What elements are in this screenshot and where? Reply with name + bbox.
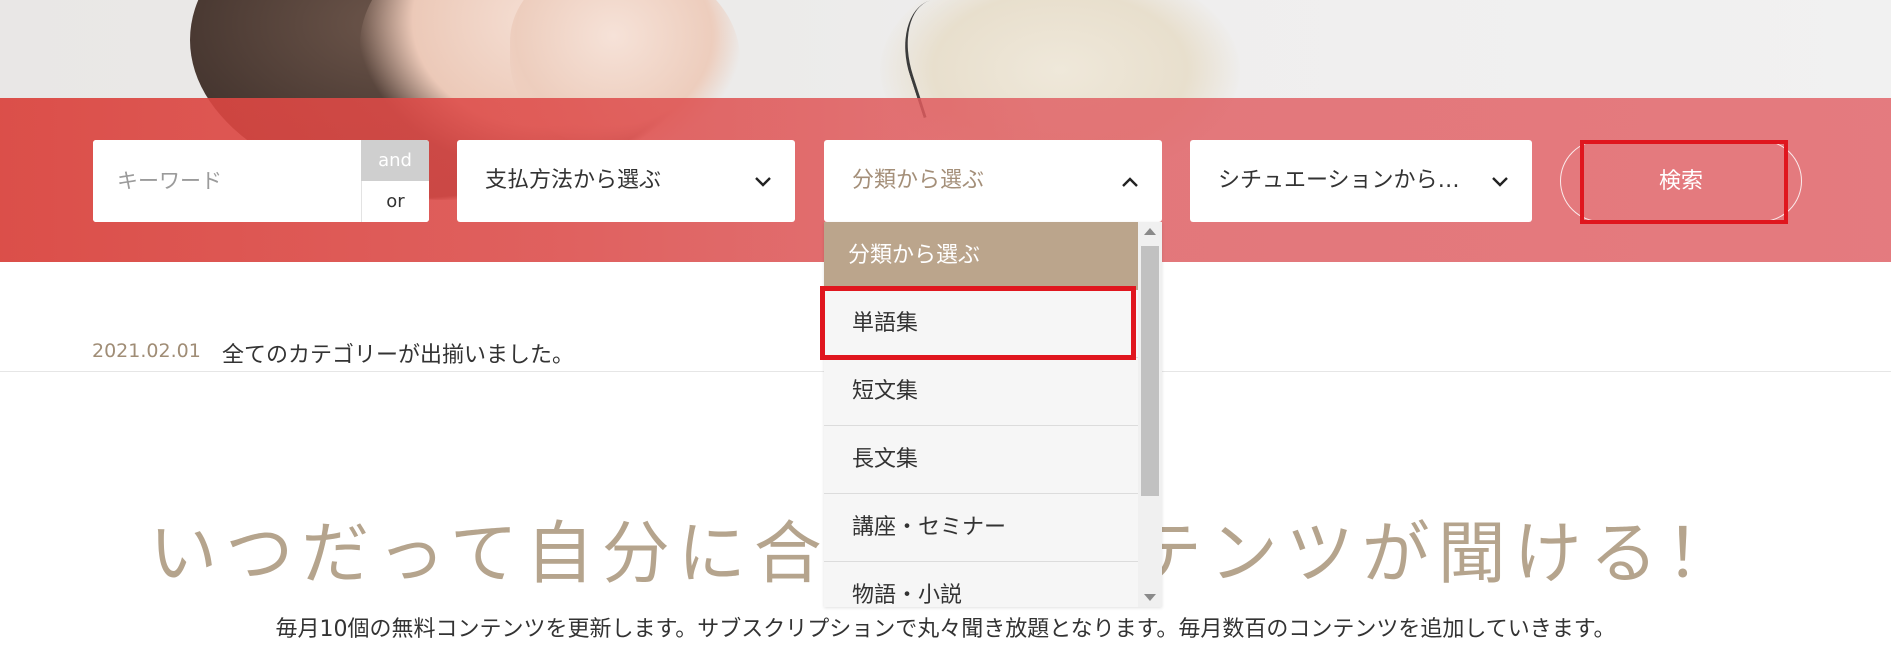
category-option-long-sentences[interactable]: 長文集 <box>824 426 1138 494</box>
chevron-up-icon <box>1122 177 1138 187</box>
keyword-search-box: and or <box>93 140 429 222</box>
payment-method-select[interactable]: 支払方法から選ぶ <box>457 140 795 222</box>
category-options: 分類から選ぶ 単語集 短文集 長文集 講座・セミナー 物語・小説 <box>824 222 1138 607</box>
dropdown-scrollbar[interactable] <box>1138 222 1162 607</box>
scrollbar-thumb[interactable] <box>1141 246 1159 496</box>
situation-select-label: シチュエーションから選ぶ <box>1218 168 1480 193</box>
search-button[interactable]: 検索 <box>1560 140 1802 222</box>
or-toggle-button[interactable]: or <box>361 181 429 222</box>
scroll-up-icon[interactable] <box>1144 228 1156 235</box>
keyword-input[interactable] <box>93 140 361 222</box>
category-option-seminar[interactable]: 講座・セミナー <box>824 494 1138 562</box>
category-dropdown-list: 分類から選ぶ 単語集 短文集 長文集 講座・セミナー 物語・小説 <box>824 222 1162 607</box>
chevron-down-icon <box>1492 177 1508 187</box>
category-option-vocabulary[interactable]: 単語集 <box>824 290 1138 358</box>
news-link[interactable]: 全てのカテゴリーが出揃いました。 <box>222 337 574 369</box>
chevron-down-icon <box>755 177 771 187</box>
and-toggle-button[interactable]: and <box>361 140 429 181</box>
scroll-down-icon[interactable] <box>1144 594 1156 601</box>
situation-select[interactable]: シチュエーションから選ぶ <box>1190 140 1532 222</box>
category-option-novel[interactable]: 物語・小説 <box>824 562 1138 607</box>
news-date: 2021.02.01 <box>92 340 201 362</box>
payment-method-select-label: 支払方法から選ぶ <box>485 168 662 193</box>
category-option-default[interactable]: 分類から選ぶ <box>824 222 1138 290</box>
page-subtext: 毎月10個の無料コンテンツを更新します。サブスクリプションで丸々聞き放題となりま… <box>275 617 1616 642</box>
category-option-short-sentences[interactable]: 短文集 <box>824 358 1138 426</box>
category-select[interactable]: 分類から選ぶ <box>824 140 1162 222</box>
category-select-label: 分類から選ぶ <box>852 168 985 193</box>
